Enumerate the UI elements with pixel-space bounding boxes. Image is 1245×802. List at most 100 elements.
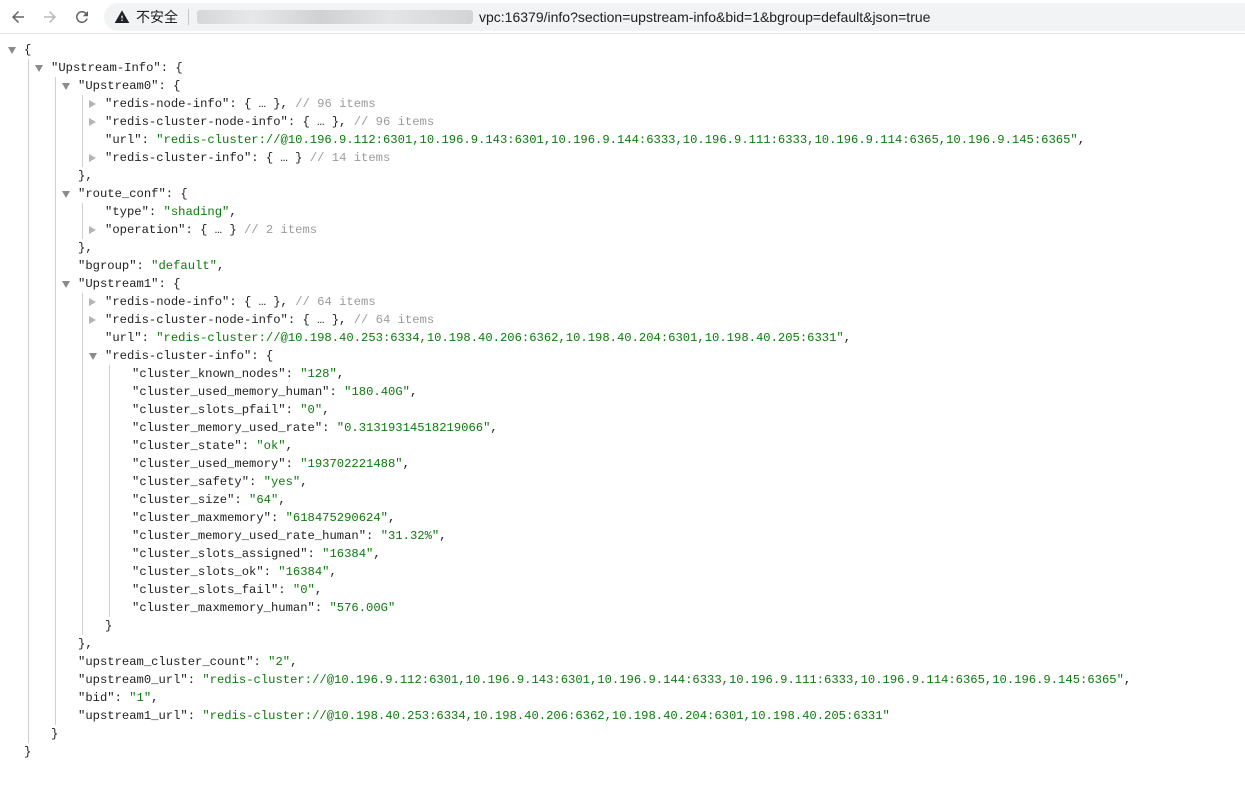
json-value: "64" (249, 493, 279, 507)
collapse-toggle-icon[interactable] (8, 47, 16, 54)
json-line: "cluster_used_memory": "193702221488", (132, 455, 410, 473)
json-punctuation: , (314, 583, 323, 597)
json-key: "cluster_size" (132, 493, 235, 507)
json-colon: : (187, 673, 203, 687)
warning-icon (114, 9, 130, 25)
json-value: "0" (300, 403, 323, 417)
collapsed-object[interactable]: { … } (266, 151, 303, 165)
json-punctuation: { (175, 61, 183, 75)
json-line: }, (78, 239, 93, 257)
json-value: "31.32%" (380, 529, 440, 543)
expand-toggle-icon[interactable] (89, 226, 96, 234)
expand-toggle-icon[interactable] (89, 316, 96, 324)
json-key: "cluster_safety" (132, 475, 250, 489)
json-value: "ok" (256, 439, 286, 453)
collapse-toggle-icon[interactable] (62, 83, 70, 90)
json-line: "cluster_slots_ok": "16384", (132, 563, 337, 581)
json-colon: : (141, 133, 157, 147)
json-key: "redis-node-info" (105, 295, 230, 309)
json-punctuation: } (24, 745, 32, 759)
expand-toggle-icon[interactable] (89, 100, 96, 108)
json-line: "bgroup": "default", (78, 257, 224, 275)
json-key: "Upstream1" (78, 277, 159, 291)
json-punctuation: , (322, 403, 330, 417)
reload-icon (75, 10, 88, 23)
collapsed-object[interactable]: { … } (200, 223, 237, 237)
json-punctuation: { (180, 187, 188, 201)
expand-toggle-icon[interactable] (89, 298, 96, 306)
json-punctuation: , (278, 493, 286, 507)
expand-toggle-icon[interactable] (89, 118, 96, 126)
json-colon: : (229, 295, 244, 309)
json-line: "upstream0_url": "redis-cluster://@10.19… (78, 671, 1131, 689)
json-punctuation: , (373, 547, 381, 561)
indent-guide (109, 365, 110, 617)
json-key: "redis-cluster-node-info" (105, 313, 288, 327)
json-line: "cluster_slots_assigned": "16384", (132, 545, 381, 563)
json-key: "redis-cluster-info" (105, 349, 252, 363)
json-line: "cluster_safety": "yes", (132, 473, 308, 491)
address-bar[interactable]: 不安全 vpc:16379/info?section=upstream-info… (104, 3, 1245, 31)
json-line: "cluster_maxmemory_human": "576.00G" (132, 599, 395, 617)
json-line: "route_conf": { (78, 185, 188, 203)
json-colon: : (287, 313, 303, 327)
expand-toggle-icon[interactable] (89, 154, 96, 162)
back-button[interactable] (8, 7, 28, 27)
json-colon: : (114, 691, 130, 705)
forward-button[interactable] (40, 7, 60, 27)
json-key: "upstream1_url" (78, 709, 188, 723)
json-key: "bgroup" (78, 259, 137, 273)
item-count-comment: // 14 items (302, 151, 391, 165)
security-label[interactable]: 不安全 (136, 7, 178, 27)
json-line: "Upstream-Info": { (51, 59, 183, 77)
json-colon: : (158, 79, 174, 93)
collapse-toggle-icon[interactable] (62, 191, 70, 198)
json-colon: : (234, 493, 250, 507)
json-key: "cluster_slots_fail" (132, 583, 279, 597)
json-punctuation: , (843, 331, 852, 345)
json-colon: : (285, 403, 301, 417)
collapse-toggle-icon[interactable] (35, 65, 43, 72)
json-colon: : (187, 709, 203, 723)
arrow-left-icon (12, 11, 24, 23)
collapsed-object[interactable]: { … }, (302, 313, 346, 327)
collapse-toggle-icon[interactable] (62, 281, 70, 288)
url-text[interactable]: vpc:16379/info?section=upstream-info&bid… (479, 9, 930, 25)
item-count-comment: // 96 items (346, 115, 435, 129)
collapsed-object[interactable]: { … }, (244, 97, 288, 111)
json-line: "type": "shading", (105, 203, 237, 221)
json-line: "url": "redis-cluster://@10.198.40.253:6… (105, 329, 851, 347)
json-colon: : (165, 187, 181, 201)
json-key: "route_conf" (78, 187, 166, 201)
json-punctuation: , (151, 691, 159, 705)
json-colon: : (249, 475, 264, 489)
json-colon: : (136, 259, 152, 273)
json-key: "url" (105, 331, 142, 345)
json-colon: : (307, 547, 323, 561)
json-colon: : (141, 331, 157, 345)
json-punctuation: }, (78, 637, 93, 651)
json-line: "cluster_memory_used_rate_human": "31.32… (132, 527, 447, 545)
json-line: "cluster_maxmemory": "618475290624", (132, 509, 395, 527)
collapse-toggle-icon[interactable] (89, 353, 97, 360)
json-punctuation: , (229, 205, 237, 219)
json-value: "128" (300, 367, 337, 381)
json-colon: : (160, 61, 176, 75)
json-colon: : (329, 385, 345, 399)
json-punctuation: }, (78, 241, 93, 255)
json-line: "cluster_known_nodes": "128", (132, 365, 344, 383)
collapsed-object[interactable]: { … }, (244, 295, 288, 309)
json-colon: : (285, 367, 301, 381)
json-value: "618475290624" (285, 511, 389, 525)
json-key: "cluster_known_nodes" (132, 367, 286, 381)
json-line: "bid": "1", (78, 689, 159, 707)
json-value: "180.40G" (344, 385, 410, 399)
json-key: "cluster_slots_assigned" (132, 547, 308, 561)
json-punctuation: , (290, 655, 298, 669)
json-punctuation: } (51, 727, 59, 741)
json-key: "cluster_used_memory" (132, 457, 286, 471)
json-line: "redis-node-info": { … }, // 96 items (105, 95, 376, 113)
collapsed-object[interactable]: { … }, (302, 115, 346, 129)
json-line: "cluster_memory_used_rate": "0.313193145… (132, 419, 498, 437)
reload-button[interactable] (72, 7, 92, 27)
